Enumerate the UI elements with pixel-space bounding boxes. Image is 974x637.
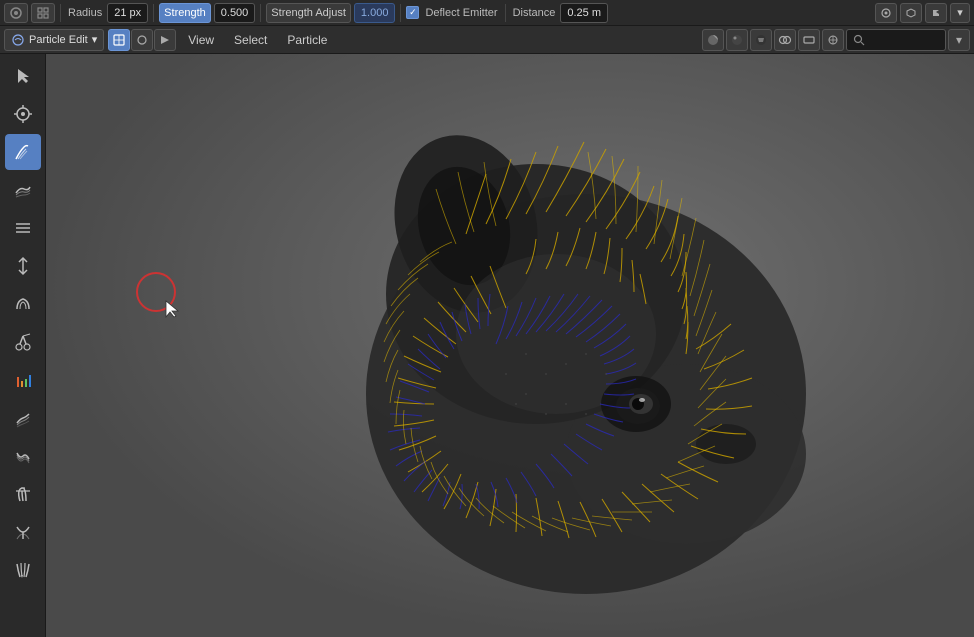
- viewport-shading-render[interactable]: [750, 29, 772, 51]
- display-icon-1[interactable]: [108, 29, 130, 51]
- divider-5: [505, 4, 506, 22]
- select-menu[interactable]: Select: [226, 29, 275, 51]
- relax-tool[interactable]: [5, 438, 41, 474]
- radius-value[interactable]: 21 px: [107, 3, 148, 23]
- gravity-tool[interactable]: [5, 552, 41, 588]
- main-area: [0, 54, 974, 637]
- radius-section: Radius 21 px: [66, 3, 148, 23]
- merge-tool[interactable]: [5, 514, 41, 550]
- smooth-tool[interactable]: [5, 172, 41, 208]
- second-toolbar: Particle Edit ▾ View Select Particle: [0, 26, 974, 54]
- length-tool[interactable]: [5, 248, 41, 284]
- strength-adjust-value[interactable]: 1.000: [354, 3, 396, 23]
- mode-chevron: ▾: [92, 33, 98, 46]
- viewport[interactable]: [46, 54, 974, 637]
- editor-type-button[interactable]: [4, 3, 28, 23]
- strength-adjust-button[interactable]: Strength Adjust: [266, 3, 351, 23]
- distance-label: Distance: [511, 7, 558, 19]
- puff-tool[interactable]: [5, 286, 41, 322]
- radius-label: Radius: [66, 7, 104, 19]
- straighten-tool[interactable]: [5, 400, 41, 436]
- options-dropdown-button[interactable]: ▾: [950, 3, 970, 23]
- viewport-shading-solid[interactable]: [702, 29, 724, 51]
- divider-1: [60, 4, 61, 22]
- distance-section: Distance 0.25 m: [511, 3, 608, 23]
- select-tool[interactable]: [5, 58, 41, 94]
- left-toolbar: [0, 54, 46, 637]
- scene-button[interactable]: [900, 3, 922, 23]
- overlay-button[interactable]: [774, 29, 796, 51]
- mode-dropdown[interactable]: Particle Edit ▾: [4, 29, 104, 51]
- comb-tool[interactable]: [5, 134, 41, 170]
- display-icon-2[interactable]: [131, 29, 153, 51]
- mode-label: Particle Edit: [29, 34, 88, 46]
- search-bar[interactable]: [846, 29, 946, 51]
- distance-value[interactable]: 0.25 m: [560, 3, 608, 23]
- deflect-emitter-label: Deflect Emitter: [423, 7, 499, 19]
- strength-value[interactable]: 0.500: [214, 3, 256, 23]
- top-toolbar: Radius 21 px Strength 0.500 Strength Adj…: [0, 0, 974, 26]
- deflect-emitter-section[interactable]: ✓ Deflect Emitter: [406, 6, 499, 19]
- shading-button[interactable]: [925, 3, 947, 23]
- add-tool[interactable]: [5, 210, 41, 246]
- divider-4: [400, 4, 401, 22]
- display-icon-3[interactable]: [154, 29, 176, 51]
- cursor-tool[interactable]: [5, 96, 41, 132]
- scene-canvas: [46, 54, 974, 637]
- viewport-shading-look[interactable]: [726, 29, 748, 51]
- gizmo-button[interactable]: [822, 29, 844, 51]
- deflect-emitter-checkbox[interactable]: ✓: [406, 6, 419, 19]
- divider-3: [260, 4, 261, 22]
- particle-menu[interactable]: Particle: [279, 29, 335, 51]
- strength-section: Strength 0.500: [159, 3, 255, 23]
- right-icons: ▾: [702, 29, 970, 51]
- divider-2: [153, 4, 154, 22]
- app-icons: [4, 3, 55, 23]
- xray-button[interactable]: [798, 29, 820, 51]
- cut-tool[interactable]: [5, 324, 41, 360]
- strength-button[interactable]: Strength: [159, 3, 211, 23]
- view-menu[interactable]: View: [180, 29, 222, 51]
- delete-tool[interactable]: [5, 476, 41, 512]
- display-icons: [108, 29, 176, 51]
- weight-tool[interactable]: [5, 362, 41, 398]
- strength-adjust-section: Strength Adjust 1.000: [266, 3, 395, 23]
- search-expand-button[interactable]: ▾: [948, 29, 970, 51]
- workspace-button[interactable]: [31, 3, 55, 23]
- render-settings-button[interactable]: [875, 3, 897, 23]
